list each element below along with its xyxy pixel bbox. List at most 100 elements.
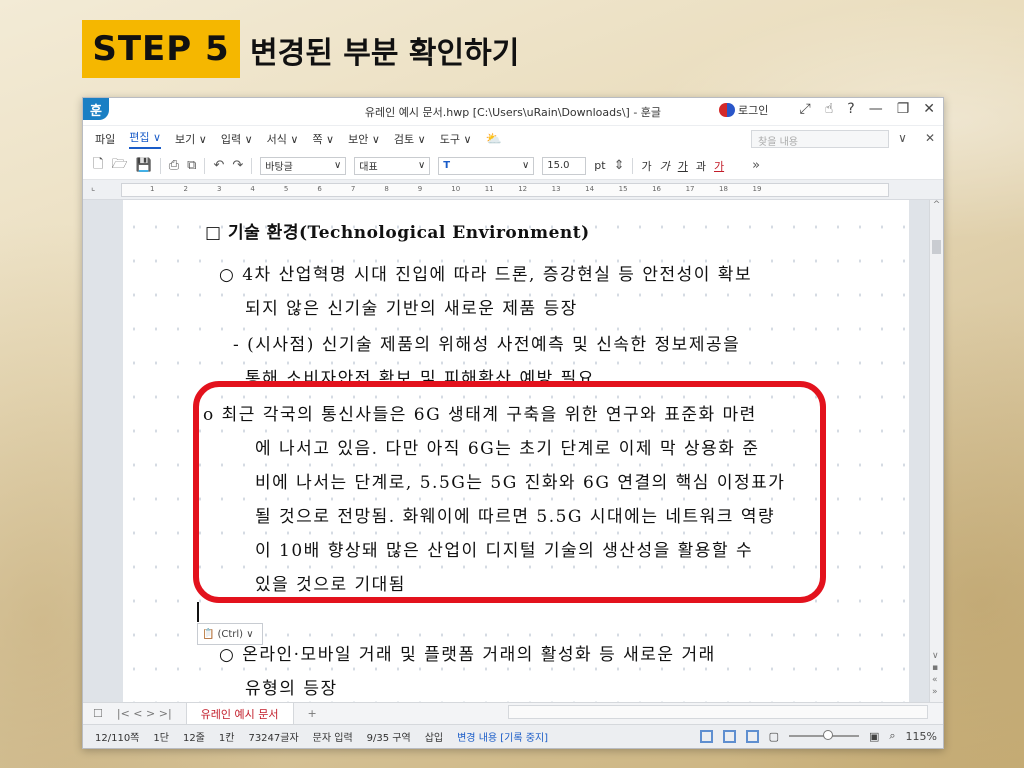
tab-stop-icon[interactable]: ⌞ (91, 183, 95, 193)
fit-width-icon[interactable] (722, 729, 736, 743)
ruler-number: 13 (551, 185, 561, 193)
ribbon-close-icon[interactable]: ✕ (925, 131, 935, 145)
page-nav-icons[interactable]: ∨ ▪ «» (932, 650, 939, 698)
redo-icon[interactable]: ↷ (232, 158, 243, 173)
size-stepper-icon[interactable]: ⇕ (614, 158, 625, 173)
menu-file[interactable]: 파일 (95, 131, 115, 147)
font-type-select[interactable]: 대표 ∨ (354, 156, 431, 175)
implication-line1: - (시사점) 신기술 제품의 위해성 사전예측 및 신속한 정보제공을 (233, 335, 741, 355)
chevron-down-icon[interactable]: ∨ (898, 131, 907, 145)
close-icon[interactable]: ✕ (923, 101, 935, 117)
print-icon[interactable]: ⎙ (169, 158, 179, 173)
status-chars: 73247글자 (248, 733, 299, 744)
toolbar-divider (159, 157, 161, 174)
menu-page[interactable]: 쪽 ∨ (312, 131, 334, 147)
print-preview-icon[interactable]: ⧉ (187, 158, 196, 173)
status-mode: 문자 입력 (312, 733, 353, 744)
menu-tools[interactable]: 도구 ∨ (440, 131, 472, 147)
ruler-number: 8 (384, 185, 389, 193)
add-tab-button[interactable]: + (308, 707, 317, 720)
hand-icon[interactable]: ☝ (825, 101, 834, 117)
style-select[interactable]: 바탕글 ∨ (260, 156, 347, 175)
new-document-icon[interactable]: 🗋 (93, 155, 103, 177)
login-button[interactable]: 로그인 (719, 102, 768, 118)
full-page-icon[interactable] (745, 729, 759, 743)
paste-options-button[interactable]: 📋 (Ctrl) ∨ (197, 623, 263, 645)
zoom-slider[interactable] (788, 730, 859, 740)
bullet2-line1: ○ 온라인·모바일 거래 및 플랫폼 거래의 활성화 등 새로운 거래 (219, 645, 716, 665)
menu-review[interactable]: 검토 ∨ (394, 131, 426, 147)
bullet2-line2: 유형의 등장 (245, 679, 338, 699)
login-icon (719, 103, 735, 117)
expand-arrows-icon[interactable]: ⤢ (800, 101, 811, 117)
save-icon[interactable]: 💾 (136, 158, 152, 173)
italic-button[interactable]: 가 (660, 158, 670, 174)
bullet1-line1: ○ 4차 산업혁명 시대 진입에 따라 드론, 증강현실 등 안전성이 확보 (219, 265, 753, 285)
chevron-down-icon: ∨ (521, 160, 530, 171)
page-view-icon[interactable] (699, 729, 713, 743)
zoom-level[interactable]: 115% (906, 730, 937, 743)
more-options-icon[interactable]: » (752, 158, 760, 173)
slide-title: 변경된 부분 확인하기 (250, 36, 520, 71)
menu-format[interactable]: 서식 ∨ (267, 131, 299, 147)
font-size-value: 15.0 (547, 160, 570, 171)
menu-edit[interactable]: 편집 ∨ (129, 129, 162, 149)
status-section: 9/35 구역 (366, 733, 411, 744)
toolbar-divider (251, 157, 253, 174)
ruler[interactable]: ⌞ 1 2 3 4 5 6 7 8 9 10 11 12 13 14 15 16 17 18 19 (83, 180, 943, 200)
chevron-down-icon: ∨ (417, 160, 426, 171)
tab-nav[interactable]: |< < > >| (117, 707, 172, 720)
minimize-icon[interactable]: — (869, 101, 883, 117)
scroll-up-icon[interactable]: ^ (930, 200, 943, 210)
status-page[interactable]: 12/110쪽 (95, 729, 139, 744)
ruler-number: 14 (585, 185, 595, 193)
zoom-knob[interactable] (822, 730, 833, 740)
font-name-select[interactable]: T ∨ (438, 156, 535, 175)
strike-button[interactable]: 과 (696, 158, 706, 174)
ruler-number: 6 (317, 185, 322, 193)
bold-button[interactable]: 가 (641, 158, 651, 174)
status-column: 1단 (153, 733, 169, 744)
sheet-icon[interactable]: ☐ (93, 707, 103, 720)
ruler-number: 15 (618, 185, 628, 193)
red-highlight-box (193, 381, 826, 603)
tab-document[interactable]: 유레인 예시 문서 (185, 702, 294, 725)
font-color-button[interactable]: 가 (714, 158, 724, 174)
ruler-number: 19 (752, 185, 762, 193)
search-icon[interactable]: ⌕ (889, 729, 895, 743)
vertical-scrollbar[interactable]: ^ ∨ ▪ «» (929, 200, 943, 702)
cloud-icon[interactable]: ⛅ (486, 132, 502, 147)
find-input[interactable]: 찾을 내용 (751, 130, 889, 148)
toolbar-divider (204, 157, 206, 174)
status-track-changes[interactable]: 변경 내용 [기록 중지] (457, 729, 548, 744)
underline-button[interactable]: 가 (678, 158, 688, 174)
ruler-number: 3 (216, 185, 222, 193)
ruler-number: 16 (652, 185, 662, 193)
hwp-window: 훈 유레인 예시 문서.hwp [C:\Users\uRain\Download… (82, 97, 944, 749)
ruler-number: 1 (150, 185, 155, 193)
ruler-number: 11 (484, 185, 494, 193)
status-bar: 12/110쪽 1단 12줄 1칸 73247글자 문자 입력 9/35 구역 … (83, 724, 943, 748)
font-type-value: 대표 (359, 162, 378, 173)
ruler-number: 10 (451, 185, 461, 193)
ruler-scale[interactable]: 1 2 3 4 5 6 7 8 9 10 11 12 13 14 15 16 17 18 19 (121, 183, 889, 197)
ruler-number: 18 (719, 185, 728, 193)
ruler-number: 4 (250, 185, 255, 193)
size-unit-select[interactable]: pt (594, 159, 605, 172)
zoom-out-icon[interactable]: ▢ (769, 730, 779, 743)
scroll-thumb[interactable] (932, 240, 941, 254)
bullet1-line2: 되지 않은 신기술 기반의 새로운 제품 등장 (245, 299, 578, 319)
help-icon[interactable]: ? (847, 101, 854, 117)
zoom-in-icon[interactable]: ▣ (869, 730, 879, 743)
menu-view[interactable]: 보기 ∨ (175, 131, 207, 147)
undo-icon[interactable]: ↶ (213, 158, 224, 173)
toolbar-divider (632, 157, 634, 174)
font-size-input[interactable]: 15.0 (542, 156, 587, 175)
menu-security[interactable]: 보안 ∨ (348, 131, 380, 147)
open-folder-icon[interactable]: 🗁 (111, 155, 127, 177)
menu-insert[interactable]: 입력 ∨ (221, 131, 253, 147)
text-cursor (197, 602, 199, 622)
horizontal-scrollbar[interactable] (508, 705, 928, 719)
restore-icon[interactable]: ❐ (897, 101, 910, 117)
status-insert[interactable]: 삽입 (425, 729, 443, 744)
